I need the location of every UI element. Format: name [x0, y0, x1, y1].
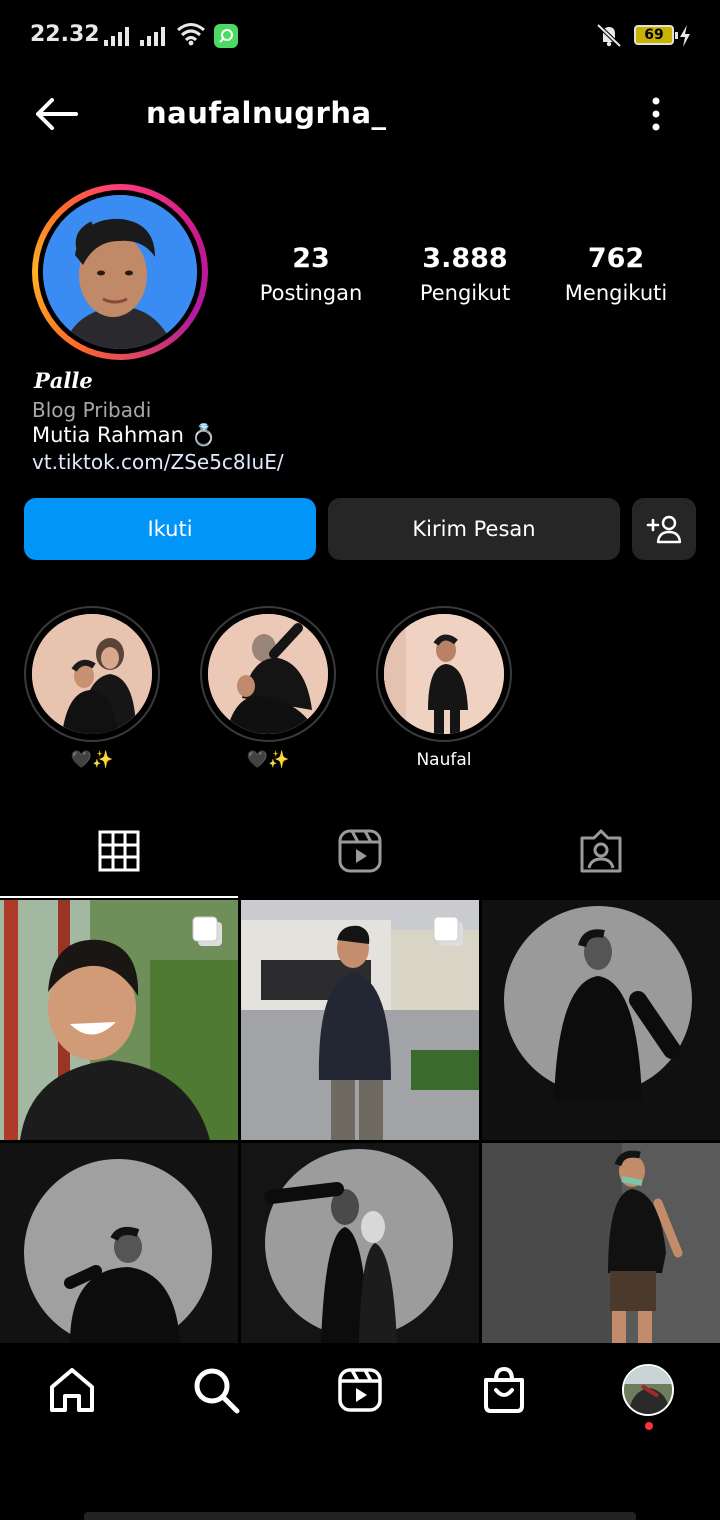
message-button[interactable]: Kirim Pesan [328, 498, 620, 560]
stat-posts-count: 23 [292, 243, 330, 274]
battery-icon: 69 [634, 25, 678, 45]
stat-following-label: Mengikuti [564, 281, 668, 305]
bio-text: Mutia Rahman 💍 [32, 423, 217, 447]
home-icon [50, 1368, 94, 1412]
wifi-icon [177, 23, 205, 46]
nav-profile[interactable] [620, 1362, 676, 1418]
signal-icon [140, 26, 165, 46]
grid-icon [98, 830, 140, 872]
nav-search[interactable] [188, 1362, 244, 1418]
app-notification-icon [214, 24, 238, 48]
story-highlight[interactable]: 🖤✨ [24, 606, 160, 770]
story-highlight[interactable]: Naufal [376, 606, 512, 770]
status-bar: 22.32 69 [0, 0, 720, 72]
suggested-accounts-button[interactable] [632, 498, 696, 560]
post-thumbnail[interactable] [482, 1143, 720, 1343]
back-arrow-icon [36, 98, 78, 130]
stat-following-count: 762 [587, 243, 645, 274]
post-thumbnail[interactable] [0, 900, 238, 1140]
posts-grid-row [0, 1143, 720, 1343]
bottom-navigation [0, 1344, 720, 1434]
multiple-photos-icon [433, 916, 463, 946]
nav-shop[interactable] [476, 1362, 532, 1418]
highlight-cover [208, 614, 328, 734]
signal-icon [104, 26, 129, 46]
profile-username: naufalnugrha_ [146, 96, 387, 130]
stat-followers[interactable]: 3.888 Pengikut [414, 240, 516, 308]
reels-icon [338, 1368, 382, 1412]
highlight-label: 🖤✨ [70, 750, 114, 770]
status-time: 22.32 [30, 22, 100, 47]
more-vertical-icon [652, 97, 660, 131]
notification-dot [645, 1422, 653, 1430]
multiple-photos-icon [192, 916, 222, 946]
charging-icon [680, 25, 690, 47]
profile-avatar [43, 195, 197, 349]
highlight-cover [32, 614, 152, 734]
profile-avatar-story-ring[interactable] [32, 184, 208, 360]
post-thumbnail[interactable] [0, 1143, 238, 1343]
profile-avatar [622, 1364, 674, 1416]
highlight-cover [384, 614, 504, 734]
tab-reels[interactable] [241, 804, 479, 898]
tab-posts-grid[interactable] [0, 804, 238, 898]
stat-posts[interactable]: 23 Postingan [258, 240, 364, 308]
search-icon [194, 1368, 240, 1414]
tagged-icon [580, 829, 622, 873]
back-button[interactable] [28, 88, 84, 140]
shop-icon [484, 1366, 524, 1413]
more-options-button[interactable] [636, 90, 676, 138]
tab-tagged[interactable] [482, 804, 720, 898]
nav-home[interactable] [44, 1362, 100, 1418]
posts-grid [0, 900, 720, 1140]
highlight-label: Naufal [416, 750, 472, 770]
bio-category: Blog Pribadi [32, 398, 152, 422]
stat-posts-label: Postingan [259, 281, 363, 305]
highlight-label: 🖤✨ [246, 750, 290, 770]
post-thumbnail[interactable] [482, 900, 720, 1140]
story-highlight[interactable]: 🖤✨ [200, 606, 336, 770]
bio-link[interactable]: vt.tiktok.com/ZSe5c8IuE/ [32, 450, 284, 474]
stat-followers-count: 3.888 [422, 243, 508, 274]
follow-button[interactable]: Ikuti [24, 498, 316, 560]
stat-followers-label: Pengikut [419, 281, 511, 305]
add-person-icon [646, 515, 682, 544]
battery-level: 69 [644, 27, 664, 43]
post-thumbnail[interactable] [241, 900, 479, 1140]
reels-icon [338, 829, 382, 873]
post-thumbnail[interactable] [241, 1143, 479, 1343]
vibrate-mute-icon [596, 23, 622, 48]
active-tab-indicator [0, 896, 238, 898]
message-button-label: Kirim Pesan [412, 517, 536, 541]
nav-reels[interactable] [332, 1362, 388, 1418]
stat-following[interactable]: 762 Mengikuti [560, 240, 672, 308]
follow-button-label: Ikuti [147, 517, 193, 541]
home-indicator [84, 1512, 636, 1520]
bio-display-name: 𝑷𝒂𝒍𝒍𝒆 [34, 368, 93, 393]
